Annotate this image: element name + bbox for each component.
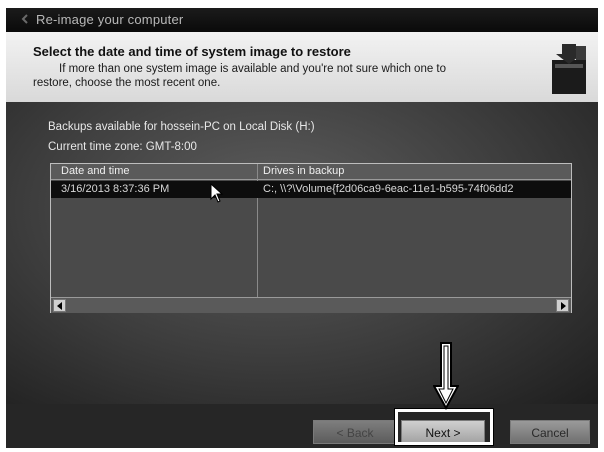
scroll-left-button[interactable] (53, 299, 66, 312)
wizard-body: Backups available for hossein-PC on Loca… (6, 102, 598, 404)
table-header: Date and time Drives in backup (51, 164, 571, 180)
mouse-pointer-icon (210, 183, 224, 203)
timezone-label: Current time zone: GMT-8:00 (48, 141, 197, 153)
down-arrow-icon (433, 342, 459, 410)
backups-available-label: Backups available for hossein-PC on Loca… (48, 121, 315, 133)
column-header-date-time[interactable]: Date and time (61, 165, 129, 177)
scroll-right-icon (561, 302, 566, 310)
page-description: If more than one system image is availab… (33, 62, 523, 90)
page-title: Select the date and time of system image… (33, 44, 351, 59)
backup-drive-icon (552, 44, 586, 94)
back-button[interactable]: < Back (313, 420, 397, 444)
horizontal-scrollbar[interactable] (51, 297, 571, 313)
cancel-button[interactable]: Cancel (510, 420, 590, 444)
wizard-header: Select the date and time of system image… (6, 32, 598, 103)
title-bar: Re-image your computer (6, 8, 598, 32)
window-title: Re-image your computer (36, 12, 184, 27)
wizard-window: Re-image your computer Select the date a… (0, 0, 604, 452)
description-line-1: If more than one system image is availab… (59, 63, 447, 75)
scroll-left-icon (57, 302, 62, 310)
column-header-drives[interactable]: Drives in backup (263, 165, 344, 177)
next-button-highlight (394, 408, 494, 446)
scroll-right-button[interactable] (556, 299, 569, 312)
backup-list-table[interactable]: Date and time Drives in backup 3/16/2013… (50, 163, 572, 313)
back-arrow-icon[interactable] (20, 14, 30, 24)
row-drives: C:, \\?\Volume{f2d06ca9-6eac-11e1-b595-7… (263, 183, 514, 195)
description-line-2: restore, choose the most recent one. (33, 77, 221, 89)
table-row[interactable]: 3/16/2013 8:37:36 PM C:, \\?\Volume{f2d0… (51, 181, 571, 198)
